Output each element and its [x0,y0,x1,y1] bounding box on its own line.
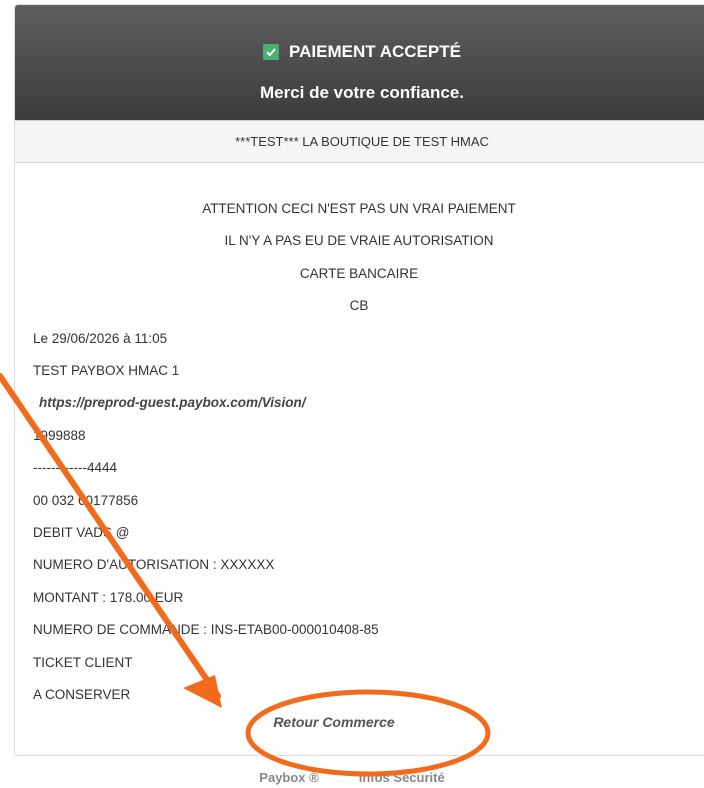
merchant-name: ***TEST*** LA BOUTIQUE DE TEST HMAC [15,121,704,163]
keep-label: A CONSERVER [33,687,131,703]
test-warning: ATTENTION CECI N'EST PAS UN VRAI PAIEMEN… [202,201,516,216]
thanks-message: Merci de votre confiance. [259,83,465,102]
masked-card-number: ------------4444 [33,460,117,476]
site-id: 1999888 [33,427,86,443]
ticket-client-label: TICKET CLIENT [33,654,133,670]
ticket-details: ATTENTION CECI N'EST PAS UN VRAI PAIEMEN… [15,163,704,712]
transaction-date: Le 29/06/2026 à 11:05 [33,330,168,346]
no-authorization-warning: IL N'Y A PAS EU DE VRAIE AUTORISATION [224,233,494,249]
payment-receipt-page: PAIEMENT ACCEPTÉ Merci de votre confianc… [0,0,704,788]
status-line: PAIEMENT ACCEPTÉ [15,5,704,64]
check-icon [263,44,280,60]
card-type: CARTE BANCAIRE [299,265,419,281]
authorization-number: NUMERO D'AUTORISATION : XXXXXX [33,557,275,573]
retour-commerce-link[interactable]: Retour Commerce [0,714,668,730]
card-code: CB [349,298,369,314]
amount: MONTANT : 178.00 EUR [33,589,184,605]
payment-status: PAIEMENT ACCEPTÉ [289,42,461,61]
order-number: NUMERO DE COMMANDE : INS-ETAB00-00001040… [33,622,379,638]
shop-url: https://preprod-guest.paybox.com/Vision/ [39,395,306,411]
receipt-card: PAIEMENT ACCEPTÉ Merci de votre confianc… [14,4,704,756]
security-info-link[interactable]: Infos Sécurité [359,770,445,785]
paybox-brand-link[interactable]: Paybox ® [259,770,318,785]
footer: Paybox ® Infos Sécurité [0,770,704,785]
debit-line: DEBIT VADS @ [33,525,130,541]
shop-name: TEST PAYBOX HMAC 1 [33,363,180,379]
receipt-header: PAIEMENT ACCEPTÉ Merci de votre confianc… [15,5,704,121]
reference-line: 00 032 60177856 [33,492,139,508]
